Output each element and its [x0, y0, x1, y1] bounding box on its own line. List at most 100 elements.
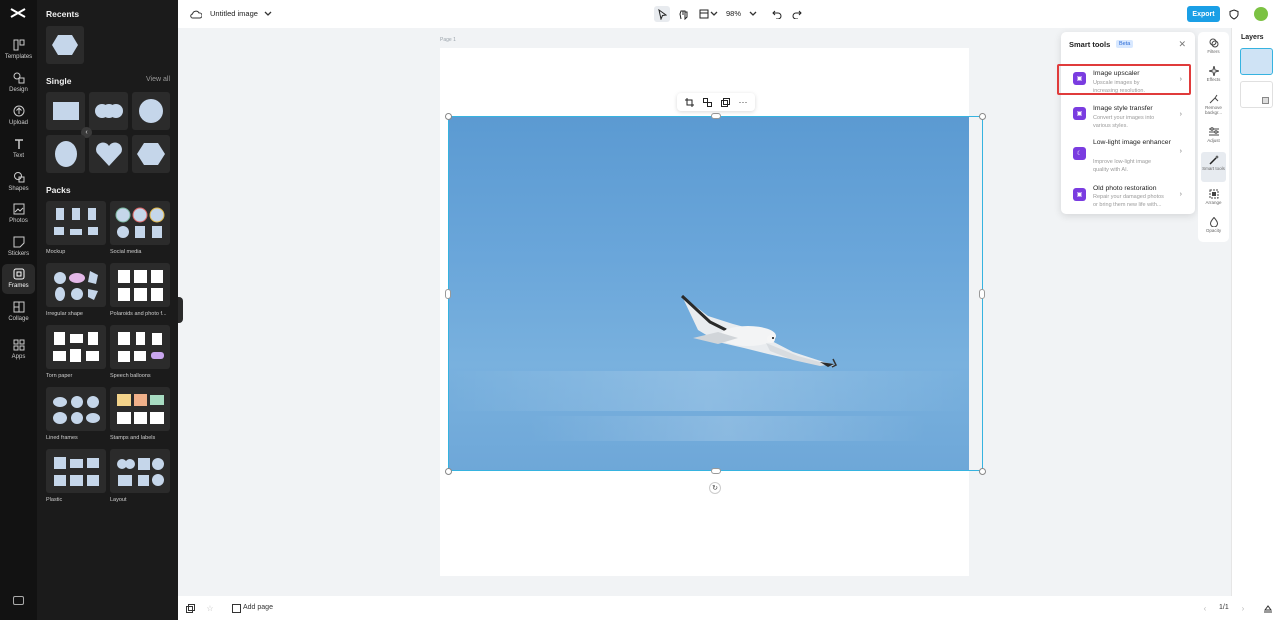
pack-tile-social-media[interactable] — [110, 201, 170, 245]
tool-image-upscaler[interactable]: ▣ Image upscaler Upscale images by incre… — [1061, 64, 1195, 100]
resize-handle[interactable] — [979, 113, 986, 120]
add-page-button[interactable]: Add page — [243, 604, 273, 611]
tool-description: Improve low-light image quality with AI. — [1093, 159, 1152, 173]
beta-badge: Beta — [1116, 40, 1134, 48]
rail-item-templates[interactable]: Templates — [2, 35, 35, 65]
seagull-photo[interactable] — [448, 116, 969, 471]
panel-collapse-handle[interactable] — [178, 297, 183, 323]
single-frame-tile[interactable] — [89, 135, 128, 173]
view-all-link[interactable]: View all — [146, 76, 170, 83]
chevron-down-icon[interactable] — [745, 6, 761, 22]
single-frame-tile[interactable] — [132, 92, 170, 130]
single-frame-tile[interactable] — [46, 92, 85, 130]
tool-arrange[interactable]: Arrange — [1201, 186, 1226, 212]
cloud-sync-icon[interactable] — [188, 6, 204, 22]
rail-item-design[interactable]: Design — [2, 68, 35, 98]
single-frame-tile[interactable] — [46, 135, 85, 173]
tool-column: Filters Effects Remove backgr... Adjust … — [1198, 32, 1229, 242]
redo-icon[interactable] — [789, 6, 805, 22]
shield-icon[interactable] — [1226, 6, 1242, 22]
rail-item-stickers[interactable]: Stickers — [2, 232, 35, 262]
tool-smart-tools[interactable]: Smart tools — [1201, 152, 1226, 182]
rail-item-text[interactable]: Text — [2, 134, 35, 164]
pages-icon[interactable] — [185, 603, 195, 613]
duplicate-icon[interactable] — [719, 96, 731, 108]
pack-tile-lined-frames[interactable] — [46, 387, 106, 431]
undo-icon[interactable] — [769, 6, 785, 22]
layer-thumbnail-background[interactable] — [1240, 81, 1273, 108]
effects-icon — [1208, 66, 1219, 76]
tool-remove-background[interactable]: Remove backgr... — [1201, 91, 1226, 121]
pack-label: Mockup — [46, 249, 66, 255]
frames-panel: Recents Single View all ‹ Packs Mockup S… — [37, 0, 178, 620]
add-page-icon[interactable] — [231, 603, 241, 613]
chevron-down-icon[interactable] — [706, 6, 722, 22]
resize-handle[interactable] — [979, 468, 986, 475]
rail-item-label: Text — [12, 153, 24, 159]
rail-item-apps[interactable]: Apps — [2, 335, 35, 365]
tool-adjust[interactable]: Adjust — [1201, 124, 1226, 150]
resize-handle[interactable] — [979, 289, 985, 299]
document-title[interactable]: Untitled image — [210, 9, 258, 18]
zoom-level[interactable]: 98% — [726, 9, 741, 18]
rail-item-label: Shapes — [8, 186, 29, 192]
star-icon[interactable]: ☆ — [205, 603, 215, 613]
resize-handle[interactable] — [445, 113, 452, 120]
tool-low-light-enhancer[interactable]: ☾ Low-light image enhancer Improve low-l… — [1061, 133, 1195, 175]
tool-image-style-transfer[interactable]: ▣ Image style transfer Convert your imag… — [1061, 99, 1195, 135]
rotate-icon[interactable]: ↻ — [709, 482, 721, 494]
arrange-icon — [1209, 189, 1219, 199]
tool-label: Filters — [1207, 49, 1220, 54]
pack-tile-torn-paper[interactable] — [46, 325, 106, 369]
pack-tile-stamps-labels[interactable] — [110, 387, 170, 431]
pack-label: Layout — [110, 497, 127, 503]
resize-handle[interactable] — [445, 289, 451, 299]
tool-opacity[interactable]: Opacity — [1201, 214, 1226, 240]
pack-tile-irregular-shape[interactable] — [46, 263, 106, 307]
chevron-right-icon: › — [1179, 191, 1182, 198]
tool-filters[interactable]: Filters — [1201, 35, 1226, 61]
pack-tile-plastic[interactable] — [46, 449, 106, 493]
close-icon[interactable]: ✕ — [1178, 39, 1186, 50]
single-frame-tile[interactable] — [132, 135, 170, 173]
tool-title: Image style transfer — [1093, 105, 1153, 112]
tool-old-photo-restoration[interactable]: ▣ Old photo restoration Repair your dama… — [1061, 179, 1195, 215]
pack-tile-layout[interactable] — [110, 449, 170, 493]
rail-item-frames[interactable]: Frames — [2, 264, 35, 294]
resize-handle[interactable] — [445, 468, 452, 475]
crop-icon[interactable] — [683, 96, 695, 108]
pack-tile-mockup[interactable] — [46, 201, 106, 245]
upscaler-icon: ▣ — [1073, 72, 1086, 85]
filters-icon — [1209, 38, 1219, 48]
resize-handle[interactable] — [711, 113, 721, 119]
chevron-right-icon[interactable]: › — [1238, 603, 1248, 613]
export-button[interactable]: Export — [1187, 6, 1220, 22]
apps-icon — [12, 338, 26, 352]
chevron-down-icon[interactable] — [260, 6, 276, 22]
bottom-bar: ☆ Add page ‹ 1/1 › — [178, 596, 1280, 620]
capcut-logo-icon[interactable] — [9, 6, 28, 20]
rail-item-upload[interactable]: Upload — [2, 101, 35, 131]
avatar[interactable] — [1254, 7, 1268, 21]
pack-tile-polaroids[interactable] — [110, 263, 170, 307]
hand-tool-icon[interactable] — [675, 6, 691, 22]
rail-item-label: Collage — [8, 316, 29, 322]
pack-tile-speech-balloons[interactable] — [110, 325, 170, 369]
tool-effects[interactable]: Effects — [1201, 63, 1226, 89]
collapse-pages-icon[interactable] — [1263, 603, 1273, 613]
resize-handle[interactable] — [711, 468, 721, 474]
rail-item-collage[interactable]: Collage — [2, 297, 35, 327]
replace-icon[interactable] — [701, 96, 713, 108]
recent-frame-tile[interactable] — [46, 26, 84, 64]
tool-label: Arrange — [1205, 200, 1222, 205]
chevron-left-icon[interactable]: ‹ — [1200, 603, 1210, 613]
keyboard-shortcuts-icon[interactable] — [13, 596, 24, 605]
select-tool-icon[interactable] — [654, 6, 670, 22]
rail-item-label: Templates — [4, 54, 33, 60]
rail-item-photos[interactable]: Photos — [2, 199, 35, 229]
layer-thumbnail-photo[interactable] — [1240, 48, 1273, 75]
tool-label: Effects — [1206, 77, 1221, 82]
more-options-icon[interactable]: ··· — [737, 96, 749, 108]
single-frame-tile[interactable] — [89, 92, 128, 130]
rail-item-shapes[interactable]: Shapes — [2, 167, 35, 197]
